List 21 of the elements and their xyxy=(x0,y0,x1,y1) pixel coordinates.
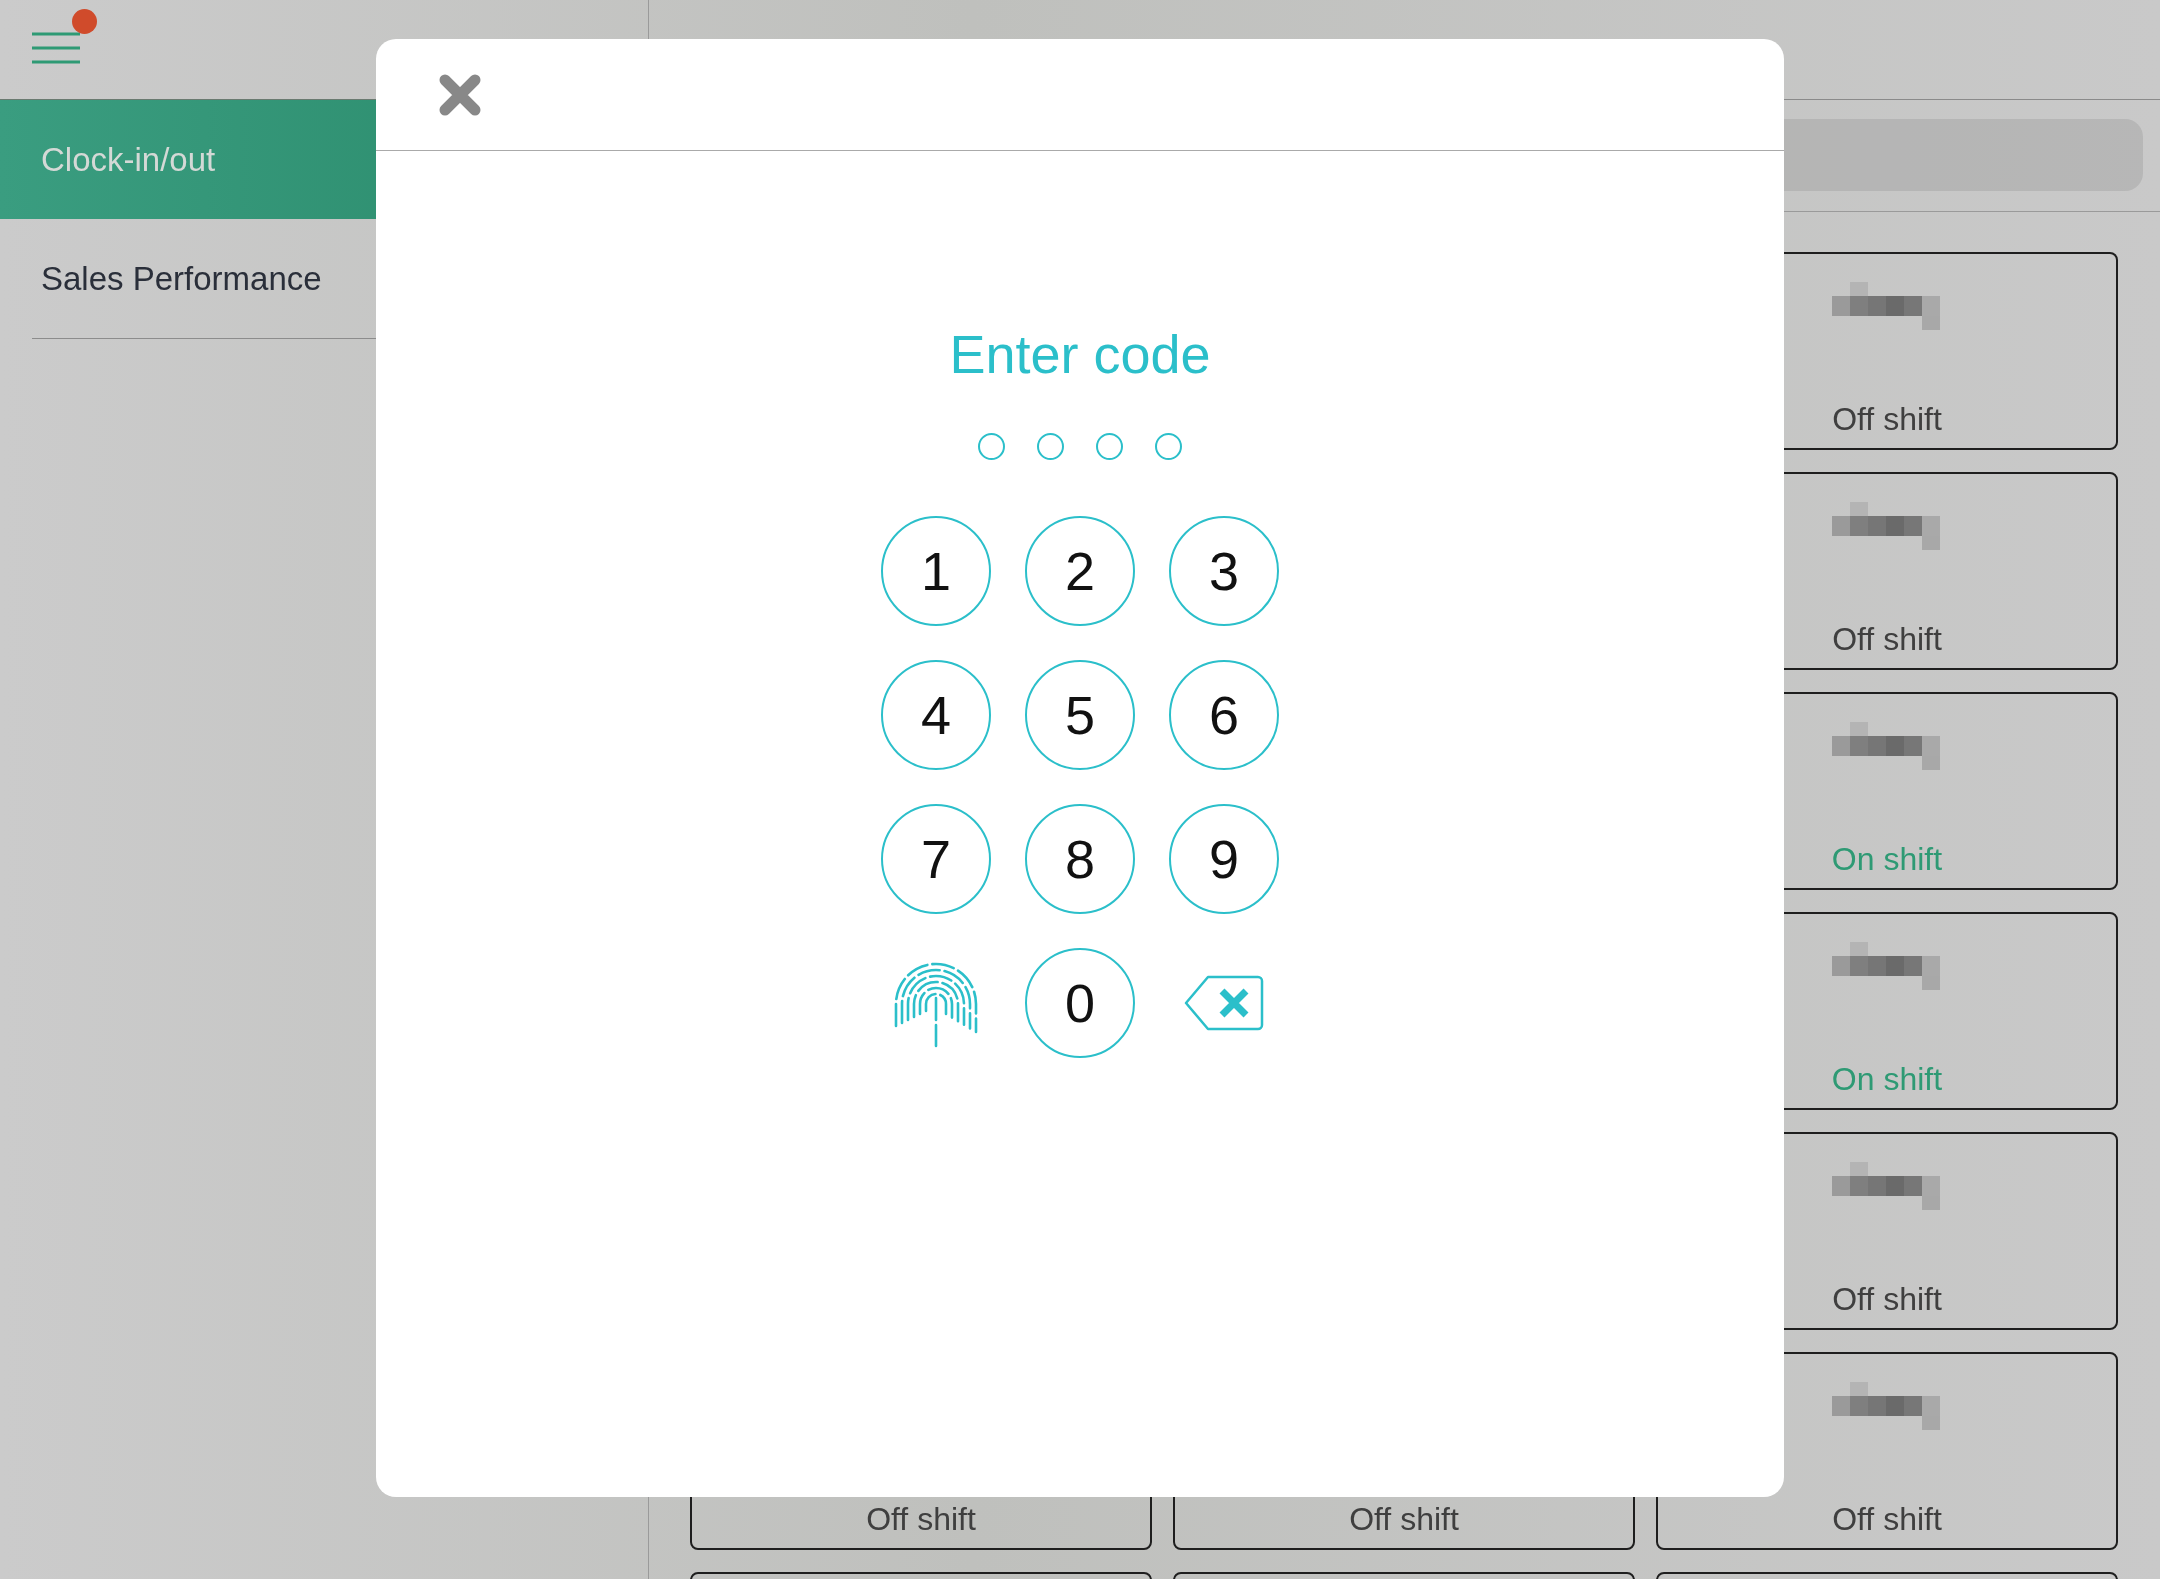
digit-key[interactable]: 0 xyxy=(1025,948,1135,1058)
digit-key[interactable]: 2 xyxy=(1025,516,1135,626)
shift-status: Off shift xyxy=(866,1501,976,1538)
shift-status: Off shift xyxy=(1832,1501,1942,1538)
digit-key[interactable]: 1 xyxy=(881,516,991,626)
shift-status: Off shift xyxy=(1349,1501,1459,1538)
dialog-title: Enter code xyxy=(949,327,1211,381)
shift-status: Off shift xyxy=(1832,621,1942,658)
digit-key[interactable]: 5 xyxy=(1025,660,1135,770)
shift-status: On shift xyxy=(1831,1061,1943,1098)
digit-key[interactable]: 3 xyxy=(1169,516,1279,626)
close-button[interactable] xyxy=(438,72,482,117)
digit-key[interactable]: 4 xyxy=(881,660,991,770)
digit-key[interactable]: 6 xyxy=(1169,660,1279,770)
digit-key[interactable]: 7 xyxy=(881,804,991,914)
digit-key[interactable]: 8 xyxy=(1025,804,1135,914)
shift-status: Off shift xyxy=(1832,401,1942,438)
backspace-icon xyxy=(1184,975,1264,1031)
digit-key[interactable]: 9 xyxy=(1169,804,1279,914)
shift-status: On shift xyxy=(1831,841,1943,878)
shift-status: Off shift xyxy=(1832,1281,1942,1318)
